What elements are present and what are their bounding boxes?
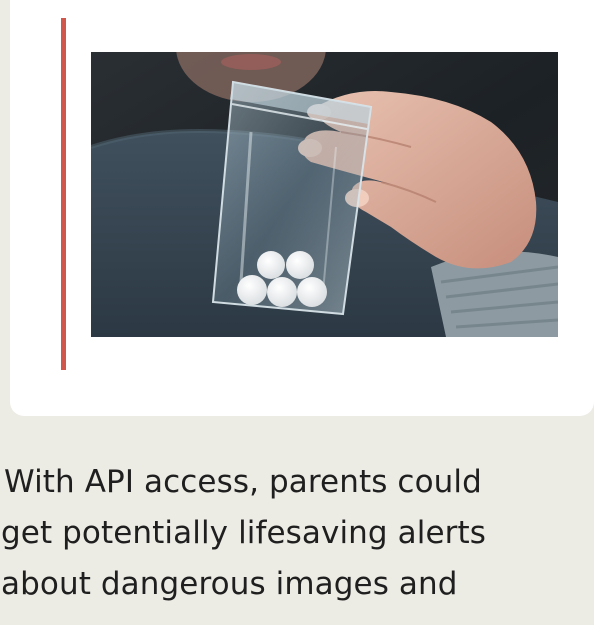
pill-bag-illustration — [91, 52, 558, 337]
article-paragraph: With API access, parents could get poten… — [0, 457, 594, 610]
paragraph-line-3: about dangerous images and — [1, 566, 458, 602]
paragraph-line-1: With API access, parents could — [4, 464, 482, 500]
quote-accent-bar — [61, 18, 66, 370]
paragraph-line-2: get potentially lifesaving alerts — [1, 515, 486, 551]
article-photo — [91, 52, 558, 337]
